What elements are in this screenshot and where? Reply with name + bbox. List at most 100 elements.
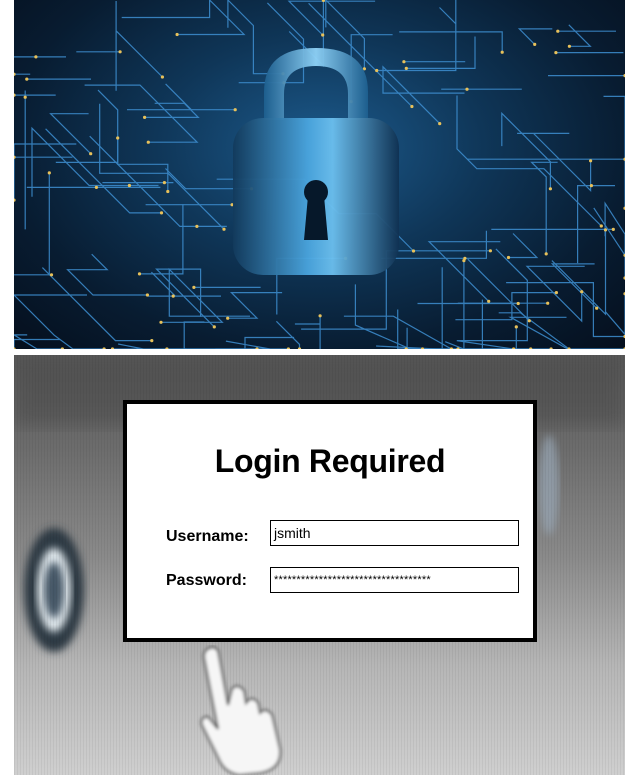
circuit-pad bbox=[516, 301, 520, 306]
login-dialog: Login Required Username: jsmith Password… bbox=[123, 400, 537, 642]
circuit-pad bbox=[318, 314, 322, 318]
circuit-pad bbox=[402, 60, 406, 64]
circuit-pad bbox=[102, 347, 106, 349]
circuit-trace bbox=[227, 292, 283, 319]
circuit-pad bbox=[488, 249, 492, 253]
circuit-pad bbox=[595, 306, 599, 310]
padlock-icon bbox=[233, 48, 399, 275]
circuit-lock-banner bbox=[14, 0, 625, 349]
circuit-trace bbox=[406, 36, 476, 69]
circuit-pad bbox=[175, 32, 179, 37]
circuit-trace bbox=[155, 268, 215, 328]
circuit-pad bbox=[110, 347, 115, 349]
circuit-trace bbox=[215, 340, 271, 349]
circuit-pad bbox=[233, 108, 237, 112]
circuit-pad bbox=[546, 301, 550, 305]
circuit-pad bbox=[375, 68, 379, 73]
circuit-pad bbox=[556, 29, 560, 33]
circuit-pad bbox=[514, 325, 518, 329]
circuit-pad bbox=[222, 227, 226, 231]
circuit-pad bbox=[438, 122, 442, 126]
circuit-pad bbox=[449, 347, 453, 349]
circuit-pad bbox=[603, 228, 608, 232]
circuit-trace bbox=[14, 338, 61, 349]
circuit-trace bbox=[14, 143, 77, 201]
circuit-trace bbox=[399, 31, 503, 53]
circuit-pad bbox=[14, 347, 16, 349]
hand-cursor-icon bbox=[200, 646, 282, 775]
circuit-pad bbox=[611, 227, 615, 231]
circuit-pad bbox=[527, 319, 531, 323]
circuit-pad bbox=[159, 211, 164, 215]
circuit-pad bbox=[411, 249, 416, 253]
circuit-pad bbox=[127, 183, 131, 188]
circuit-trace bbox=[49, 113, 92, 155]
circuit-pad bbox=[500, 50, 504, 54]
circuit-pad bbox=[60, 347, 64, 349]
circuit-trace bbox=[14, 334, 63, 349]
circuit-pad bbox=[255, 347, 259, 349]
circuit-trace bbox=[456, 95, 602, 227]
circuit-pad bbox=[487, 299, 491, 303]
circuit-pad bbox=[554, 291, 559, 295]
circuit-pad bbox=[143, 115, 147, 119]
circuit-pad bbox=[548, 187, 553, 191]
circuit-pad bbox=[512, 347, 516, 349]
circuit-pad bbox=[14, 93, 16, 97]
circuit-pad bbox=[212, 325, 216, 329]
password-label: Password: bbox=[166, 572, 247, 589]
circuit-pad bbox=[14, 198, 16, 202]
circuit-pad bbox=[404, 66, 408, 70]
circuit-trace bbox=[139, 204, 184, 275]
circuit-pad bbox=[166, 189, 170, 194]
circuit-pad bbox=[463, 256, 467, 260]
circuit-trace bbox=[45, 128, 162, 214]
circuit-board-illustration bbox=[14, 0, 625, 349]
circuit-pad bbox=[23, 95, 27, 99]
circuit-pad bbox=[554, 51, 558, 55]
circuit-trace bbox=[506, 282, 625, 338]
circuit-pad bbox=[14, 72, 16, 76]
password-field[interactable]: *********************************** bbox=[270, 567, 519, 593]
circuit-pad bbox=[14, 155, 16, 159]
circuit-pad bbox=[145, 293, 149, 297]
circuit-pad bbox=[195, 224, 199, 228]
circuit-pad bbox=[589, 184, 594, 188]
circuit-trace bbox=[14, 294, 105, 349]
circuit-pad bbox=[34, 55, 38, 59]
circuit-trace bbox=[382, 65, 465, 125]
login-title: Login Required bbox=[214, 443, 446, 479]
username-field[interactable]: jsmith bbox=[270, 520, 519, 546]
circuit-pad bbox=[49, 273, 54, 277]
circuit-pad bbox=[118, 50, 122, 54]
circuit-pad bbox=[567, 44, 572, 48]
circuit-pad bbox=[94, 185, 98, 189]
circuit-trace bbox=[166, 336, 295, 349]
circuit-pad bbox=[544, 252, 548, 256]
circuit-trace bbox=[275, 320, 301, 349]
circuit-pad bbox=[25, 77, 29, 81]
circuit-trace bbox=[501, 111, 551, 189]
circuit-trace bbox=[406, 267, 443, 349]
circuit-trace bbox=[41, 267, 152, 342]
circuit-pad bbox=[162, 181, 166, 185]
circuit-trace bbox=[603, 95, 625, 209]
circuit-pad bbox=[192, 285, 196, 289]
circuit-pad bbox=[47, 171, 51, 175]
circuit-pad bbox=[549, 347, 553, 349]
circuit-pad bbox=[165, 347, 169, 349]
circuit-pad bbox=[171, 294, 175, 298]
circuit-trace bbox=[97, 89, 169, 192]
circuit-pad bbox=[321, 33, 325, 37]
circuit-trace bbox=[577, 185, 615, 264]
circuit-trace bbox=[605, 293, 625, 336]
circuit-trace bbox=[508, 233, 539, 259]
circuit-trace bbox=[66, 253, 148, 296]
circuit-pad bbox=[506, 255, 511, 260]
circuit-pad bbox=[599, 224, 603, 228]
circuit-trace bbox=[121, 0, 246, 36]
circuit-pad bbox=[410, 104, 414, 109]
circuit-pad bbox=[89, 152, 93, 156]
circuit-pad bbox=[150, 339, 154, 343]
circuit-pad bbox=[159, 320, 163, 324]
